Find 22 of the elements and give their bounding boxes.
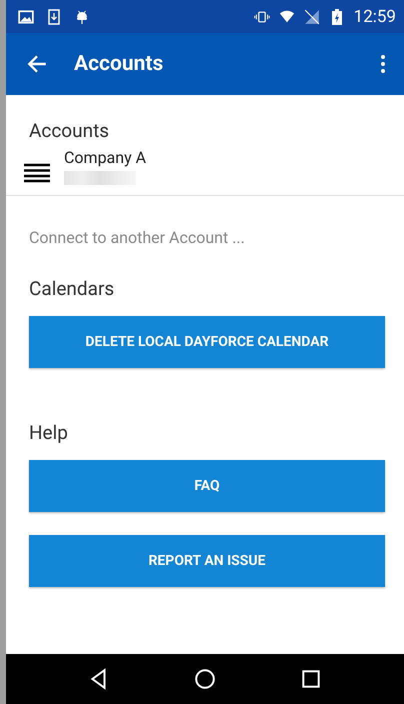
account-name[interactable]: Company A: [64, 148, 146, 167]
vibrate-icon: [254, 8, 270, 24]
action-button[interactable]: DELETE LOCAL DAYFORCE CALENDAR: [29, 316, 385, 368]
section-heading: Calendars: [29, 277, 116, 300]
action-button[interactable]: FAQ: [29, 460, 385, 512]
wifi-icon: [278, 8, 295, 24]
home-circle-icon[interactable]: [194, 668, 216, 690]
android-icon: [74, 8, 90, 24]
list-icon: [24, 162, 50, 182]
clock: 12:59: [354, 6, 396, 26]
more-options-icon[interactable]: [380, 54, 386, 74]
redacted-blur: [64, 171, 136, 185]
back-arrow-icon[interactable]: [26, 53, 48, 75]
download-icon: [46, 8, 62, 24]
connect-account-link[interactable]: Connect to another Account ...: [29, 228, 385, 247]
section-heading: Accounts: [29, 119, 110, 142]
screen-title: Accounts: [74, 52, 164, 76]
action-button[interactable]: REPORT AN ISSUE: [29, 535, 385, 587]
no-signal-icon: [304, 8, 320, 24]
image-icon: [18, 8, 34, 24]
section-heading: Help: [29, 421, 69, 444]
recents-square-icon[interactable]: [300, 668, 322, 690]
